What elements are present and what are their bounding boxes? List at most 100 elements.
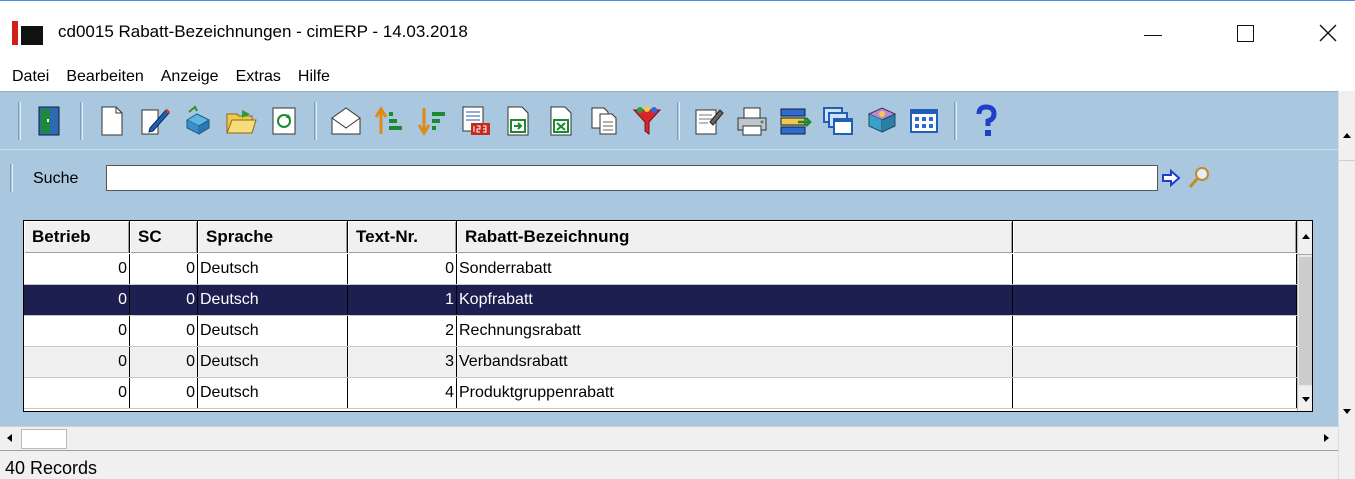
cell-bezeichnung[interactable]: Verbandsrabatt (457, 347, 1013, 377)
cell-betrieb[interactable]: 0 (24, 254, 130, 284)
maximize-icon (1236, 24, 1254, 42)
cell-betrieb[interactable]: 0 (24, 347, 130, 377)
new-button[interactable] (91, 100, 133, 142)
properties-icon (695, 108, 724, 134)
book-button[interactable] (860, 100, 902, 142)
cell-bezeichnung[interactable]: Sonderrabatt (457, 254, 1013, 284)
menu-extras[interactable]: Extras (236, 68, 281, 86)
cell-bezeichnung[interactable]: Rechnungsrabatt (457, 316, 1013, 346)
column-header-sc[interactable]: SC (130, 221, 198, 253)
cell-extra[interactable] (1013, 347, 1297, 377)
column-header-empty[interactable] (1013, 221, 1297, 253)
toolbar-separator (80, 101, 83, 140)
email-button[interactable] (325, 100, 367, 142)
cell-sprache[interactable]: Deutsch (198, 316, 348, 346)
cell-extra[interactable] (1013, 254, 1297, 284)
close-icon (1319, 24, 1337, 42)
menu-anzeige[interactable]: Anzeige (161, 68, 219, 86)
cell-bezeichnung[interactable]: Produktgruppenrabatt (457, 378, 1013, 408)
column-header-betrieb[interactable]: Betrieb (24, 221, 130, 253)
email-icon (331, 106, 361, 134)
print-button[interactable] (731, 100, 773, 142)
numbering-button[interactable] (454, 100, 496, 142)
cell-extra[interactable] (1013, 378, 1297, 408)
menu-bearbeiten[interactable]: Bearbeiten (66, 68, 143, 86)
toolbar-separator (314, 101, 317, 140)
cell-betrieb[interactable]: 0 (24, 316, 130, 346)
grid-scroll-thumb[interactable] (1299, 257, 1312, 385)
copy-button[interactable] (177, 100, 219, 142)
column-header-sprache[interactable]: Sprache (198, 221, 348, 253)
menu-hilfe[interactable]: Hilfe (298, 68, 330, 86)
windows-icon (823, 106, 853, 135)
menu-bar: Datei Bearbeiten Anzeige Extras Hilfe (0, 63, 1355, 91)
cell-sc[interactable]: 0 (130, 378, 198, 408)
cell-sc[interactable]: 0 (130, 254, 198, 284)
toolbar (0, 91, 1338, 149)
column-header-rabatt-bezeichnung[interactable]: Rabatt-Bezeichnung (457, 221, 1013, 253)
open-button[interactable] (220, 100, 262, 142)
excel-export-button[interactable] (540, 100, 582, 142)
cell-text-nr[interactable]: 2 (348, 316, 457, 346)
scroll-up-icon[interactable] (1339, 91, 1355, 161)
cell-sprache[interactable]: Deutsch (198, 347, 348, 377)
cell-extra[interactable] (1013, 316, 1297, 346)
open-icon (226, 109, 257, 133)
table-row[interactable]: 0 0 Deutsch 4 Produktgruppenrabatt (24, 378, 1297, 409)
scroll-right-icon[interactable] (1316, 427, 1336, 451)
search-input[interactable] (106, 165, 1158, 191)
sort-ascending-button[interactable] (368, 100, 410, 142)
cell-text-nr[interactable]: 3 (348, 347, 457, 377)
window-vertical-scrollbar[interactable] (1338, 91, 1355, 479)
cell-betrieb[interactable]: 0 (24, 285, 130, 315)
scroll-left-icon[interactable] (0, 427, 20, 451)
cell-bezeichnung[interactable]: Kopfrabatt (457, 285, 1013, 315)
window-title: cd0015 Rabatt-Bezeichnungen - cimERP - 1… (58, 22, 468, 41)
transfer-button[interactable] (774, 100, 816, 142)
grid-header: Betrieb SC Sprache Text-Nr. Rabatt-Bezei… (24, 221, 1297, 253)
close-button[interactable] (1305, 13, 1351, 53)
minimize-button[interactable] (1130, 13, 1176, 53)
cell-text-nr[interactable]: 1 (348, 285, 457, 315)
cell-betrieb[interactable]: 0 (24, 378, 130, 408)
cell-text-nr[interactable]: 0 (348, 254, 457, 284)
cell-sc[interactable]: 0 (130, 285, 198, 315)
exit-icon (38, 106, 60, 135)
help-button[interactable] (965, 100, 1007, 142)
horizontal-scrollbar[interactable] (0, 426, 1338, 450)
table-row[interactable]: 0 0 Deutsch 3 Verbandsrabatt (24, 347, 1297, 378)
magnifier-icon[interactable] (1186, 165, 1212, 191)
exit-button[interactable] (29, 100, 71, 142)
grid-vertical-scrollbar[interactable] (1297, 221, 1312, 411)
properties-button[interactable] (688, 100, 730, 142)
arrow-right-icon[interactable] (1160, 167, 1182, 189)
horizontal-scroll-thumb[interactable] (21, 429, 67, 449)
grid-view-button[interactable] (903, 100, 945, 142)
cell-sc[interactable]: 0 (130, 316, 198, 346)
cell-sprache[interactable]: Deutsch (198, 378, 348, 408)
table-row[interactable]: 0 0 Deutsch 2 Rechnungsrabatt (24, 316, 1297, 347)
cell-text-nr[interactable]: 4 (348, 378, 457, 408)
windows-button[interactable] (817, 100, 859, 142)
cell-sprache[interactable]: Deutsch (198, 285, 348, 315)
cell-sc[interactable]: 0 (130, 347, 198, 377)
table-row[interactable]: 0 0 Deutsch 0 Sonderrabatt (24, 254, 1297, 285)
cell-sprache[interactable]: Deutsch (198, 254, 348, 284)
copy-pages-button[interactable] (583, 100, 625, 142)
excel-export-icon (550, 106, 572, 135)
record-count: 40 Records (5, 458, 98, 478)
grid-scroll-down-icon[interactable] (1298, 387, 1312, 411)
menu-datei[interactable]: Datei (12, 68, 49, 86)
edit-button[interactable] (134, 100, 176, 142)
refresh-button[interactable] (263, 100, 305, 142)
export-button[interactable] (497, 100, 539, 142)
numbering-icon (462, 106, 490, 135)
maximize-button[interactable] (1222, 13, 1268, 53)
sort-descending-button[interactable] (411, 100, 453, 142)
column-header-text-nr[interactable]: Text-Nr. (348, 221, 457, 253)
cell-extra[interactable] (1013, 285, 1297, 315)
filter-icon (632, 105, 662, 135)
filter-button[interactable] (626, 100, 668, 142)
grid-scroll-up-icon[interactable] (1298, 221, 1312, 255)
table-row[interactable]: 0 0 Deutsch 1 Kopfrabatt (24, 285, 1297, 316)
